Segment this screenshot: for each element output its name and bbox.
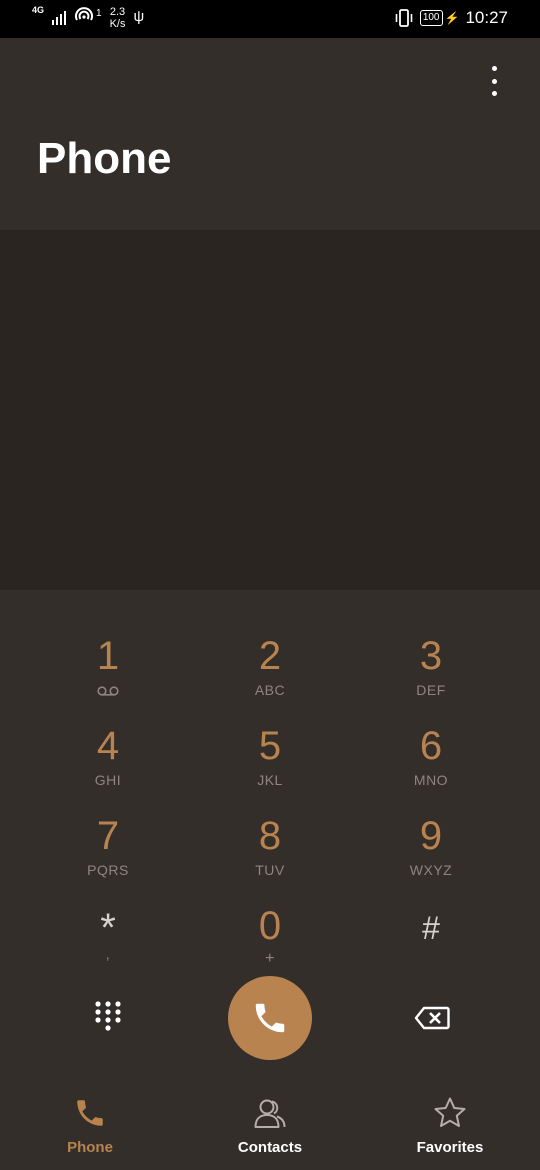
key-7[interactable]: 7 PQRS [38,810,178,894]
key-digit: 6 [419,724,443,768]
page-title: Phone [37,134,172,183]
key-letters: , [105,946,111,962]
key-digit: 5 [258,724,282,768]
voicemail-icon [97,686,119,696]
nav-phone[interactable]: Phone [20,1096,160,1166]
phone-call-icon [255,1003,285,1033]
speed-value: 2.3 [109,6,126,18]
nav-contacts[interactable]: Contacts [200,1096,340,1166]
key-0[interactable]: 0 + [200,900,340,984]
key-8[interactable]: 8 TUV [200,810,340,894]
key-letters: TUV [255,862,285,878]
status-right: 100 ⚡ 10:27 [394,8,508,28]
key-2[interactable]: 2 ABC [200,630,340,714]
dialpad-actions [0,976,540,1062]
status-left: 4G 1 2.3 K/s ψ [32,5,145,31]
key-digit: 3 [419,634,443,678]
signal-icon [52,9,67,25]
key-4[interactable]: 4 GHI [38,720,178,804]
more-vertical-icon[interactable] [484,66,504,96]
key-5[interactable]: 5 JKL [200,720,340,804]
status-bar: 4G 1 2.3 K/s ψ 100 ⚡ 10:27 [0,0,540,38]
bottom-nav: Phone Contacts Favorites [0,1080,540,1170]
nav-label: Phone [67,1139,113,1156]
key-letters: ABC [254,682,286,698]
speed-unit: K/s [109,18,126,30]
nav-label: Contacts [237,1139,303,1156]
key-digit: 9 [419,814,443,858]
battery-icon: 100 [419,10,443,26]
key-1[interactable]: 1 [38,630,178,714]
key-symbol: * [100,906,116,950]
phone-icon [77,1100,103,1126]
key-digit: 4 [96,724,120,768]
key-digit: 2 [258,634,282,678]
key-3[interactable]: 3 DEF [361,630,501,714]
vibrate-icon [395,9,413,27]
nav-favorites[interactable]: Favorites [380,1096,520,1166]
network-speed: 2.3 K/s [110,6,126,30]
call-button[interactable] [228,976,312,1060]
key-letters: GHI [94,772,122,788]
charging-bolt-icon: ⚡ [444,11,460,25]
key-hash[interactable]: # [361,900,501,984]
key-symbol: # [422,910,440,946]
call-log-area [0,230,540,590]
key-letters: JKL [257,772,283,788]
key-digit: 8 [258,814,282,858]
app-header: Phone [0,38,540,230]
wifi-count: 1 [96,8,102,19]
key-digit: 7 [96,814,120,858]
star-icon [434,1097,466,1127]
dialpad-toggle-icon[interactable] [93,1000,123,1034]
key-6[interactable]: 6 MNO [361,720,501,804]
wifi-hotspot-icon [75,7,94,21]
key-star[interactable]: * , [38,900,178,984]
network-type: 4G [32,5,45,15]
usb-icon: ψ [133,8,145,25]
key-digit: 1 [96,634,120,678]
key-digit: 0 [258,904,282,948]
key-letters: WXYZ [409,862,453,878]
key-9[interactable]: 9 WXYZ [361,810,501,894]
backspace-icon[interactable] [414,1006,450,1030]
dialpad: 1 2 ABC 3 DEF 4 GHI 5 JKL 6 MNO 7 PQRS 8… [0,590,540,1080]
key-letters: DEF [416,682,446,698]
key-letters: PQRS [87,862,129,878]
contacts-icon [254,1099,286,1128]
nav-label: Favorites [416,1139,484,1156]
clock: 10:27 [465,8,508,27]
key-letters: MNO [413,772,449,788]
key-letters: + [265,950,275,967]
